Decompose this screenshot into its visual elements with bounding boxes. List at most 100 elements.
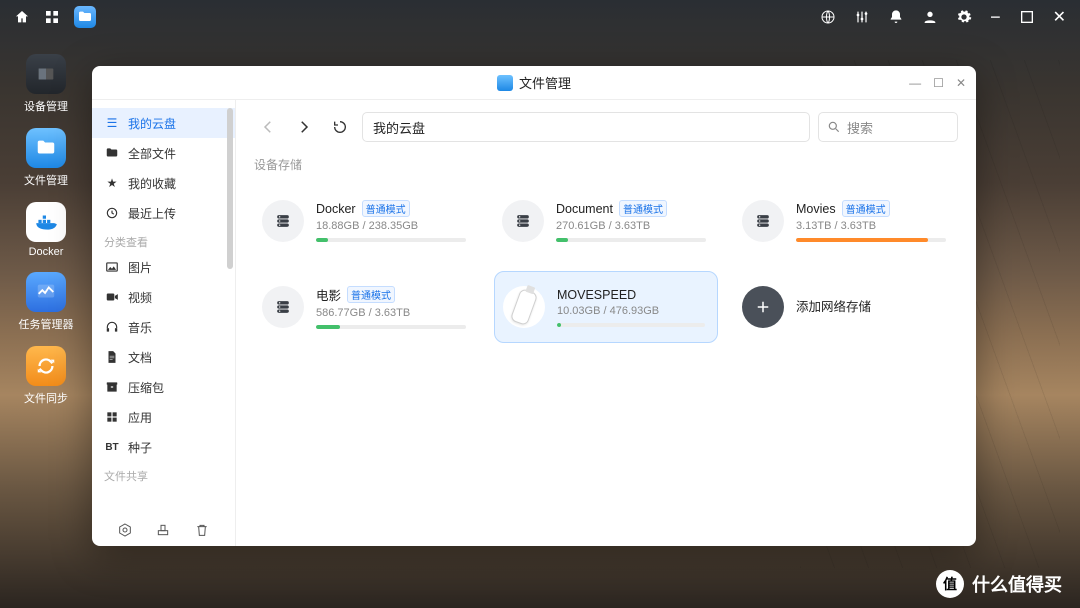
dock-item-docker[interactable]: Docker <box>20 202 72 258</box>
sidebar-item-label: 视频 <box>128 289 152 306</box>
dock-label: 设备管理 <box>24 98 68 114</box>
window-titlebar: 文件管理 — ☐ ✕ <box>92 66 976 100</box>
dock-label: 任务管理器 <box>19 316 74 332</box>
clock-icon <box>104 206 120 220</box>
usage-bar <box>316 325 466 329</box>
apps-grid-icon[interactable] <box>44 9 60 25</box>
storage-card-movespeed[interactable]: MOVESPEED 10.03GB / 476.93GB <box>494 271 718 343</box>
bt-icon: BT <box>104 442 120 453</box>
plus-icon <box>742 286 784 328</box>
window-close-icon[interactable]: ✕ <box>1053 7 1066 27</box>
sidebar-item-apps[interactable]: 应用 <box>92 402 235 432</box>
sidebar-item-torrent[interactable]: BT 种子 <box>92 432 235 462</box>
sync-icon <box>26 346 66 386</box>
usage-bar <box>316 238 466 242</box>
sidebar-footer <box>92 522 235 538</box>
mode-badge: 普通模式 <box>619 200 667 217</box>
sidebar-item-label: 最近上传 <box>128 205 176 222</box>
user-icon[interactable] <box>922 9 938 25</box>
sidebar-item-recent[interactable]: 最近上传 <box>92 198 235 228</box>
active-app-icon[interactable] <box>74 6 96 28</box>
sidebar-item-docs[interactable]: 文档 <box>92 342 235 372</box>
watermark: 值 什么值得买 <box>936 570 1062 598</box>
sidebar-item-mycloud[interactable]: ☰ 我的云盘 <box>92 108 235 138</box>
sidebar-item-archive[interactable]: 压缩包 <box>92 372 235 402</box>
dock: 设备管理 文件管理 Docker 任务管理器 文件同步 <box>14 54 78 406</box>
nav-refresh-button[interactable] <box>326 113 354 141</box>
usb-icon <box>503 286 545 328</box>
storage-size: 10.03GB / 476.93GB <box>557 305 705 317</box>
sliders-icon[interactable] <box>854 9 870 25</box>
disk-icon <box>262 200 304 242</box>
storage-card-movies[interactable]: Movies 普通模式 3.13TB / 3.63TB <box>734 185 958 257</box>
mount-icon[interactable] <box>155 522 171 538</box>
dock-label: 文件同步 <box>24 390 68 406</box>
dock-item-files[interactable]: 文件管理 <box>20 128 72 188</box>
storage-grid: Docker 普通模式 18.88GB / 238.35GB Document普通… <box>254 185 958 343</box>
sidebar-item-label: 我的云盘 <box>128 115 176 132</box>
trash-icon[interactable] <box>194 522 210 538</box>
settings-icon[interactable] <box>117 522 133 538</box>
storage-size: 270.61GB / 3.63TB <box>556 220 706 232</box>
storage-name: Docker <box>316 202 356 216</box>
storage-name: 电影 <box>316 285 341 304</box>
window-close-button[interactable]: ✕ <box>956 76 966 90</box>
add-label: 添加网络存储 <box>796 296 871 315</box>
path-text: 我的云盘 <box>373 118 425 137</box>
window-maximize-icon[interactable] <box>1019 9 1035 25</box>
window-title: 文件管理 <box>519 73 571 92</box>
watermark-logo: 值 <box>936 570 964 598</box>
sidebar-item-label: 种子 <box>128 439 152 456</box>
window-maximize-button[interactable]: ☐ <box>933 76 944 90</box>
home-icon[interactable] <box>14 9 30 25</box>
os-top-bar: − ✕ <box>0 0 1080 34</box>
window-minimize-icon[interactable]: − <box>990 7 1001 28</box>
search-input[interactable]: 搜索 <box>818 112 958 142</box>
sidebar-item-label: 音乐 <box>128 319 152 336</box>
storage-card-docker[interactable]: Docker 普通模式 18.88GB / 238.35GB <box>254 185 478 257</box>
dock-item-sync[interactable]: 文件同步 <box>20 346 72 406</box>
device-icon <box>26 54 66 94</box>
nav-back-button[interactable] <box>254 113 282 141</box>
window-minimize-button[interactable]: — <box>909 76 921 90</box>
sidebar: ☰我的云盘 全部文件 ★我的收藏 最近上传 分类查看 图片 视频 音乐 文档 压… <box>92 100 236 546</box>
apps-icon <box>104 410 120 424</box>
disk-icon <box>502 200 544 242</box>
main-content: 我的云盘 搜索 设备存储 Docker普通模式 18.88GB / 238.35… <box>236 100 976 546</box>
mode-badge: 普通模式 <box>842 200 890 217</box>
sidebar-item-images[interactable]: 图片 <box>92 252 235 282</box>
task-monitor-icon <box>26 272 66 312</box>
nav-forward-button[interactable] <box>290 113 318 141</box>
storage-card-document[interactable]: Document普通模式 270.61GB / 3.63TB <box>494 185 718 257</box>
mode-badge: 普通模式 <box>347 286 395 303</box>
sidebar-item-favorites[interactable]: ★我的收藏 <box>92 168 235 198</box>
add-network-storage[interactable]: 添加网络存储 <box>734 271 958 343</box>
dock-item-device[interactable]: 设备管理 <box>20 54 72 114</box>
sidebar-item-label: 应用 <box>128 409 152 426</box>
disk-icon <box>742 200 784 242</box>
storage-size: 18.88GB / 238.35GB <box>316 220 466 232</box>
sidebar-item-label: 全部文件 <box>128 145 176 162</box>
gear-icon[interactable] <box>956 9 972 25</box>
sidebar-item-label: 压缩包 <box>128 379 164 396</box>
storage-name: MOVESPEED <box>557 288 636 302</box>
list-icon: ☰ <box>104 116 120 130</box>
breadcrumb-path[interactable]: 我的云盘 <box>362 112 810 142</box>
storage-card-movies-cn[interactable]: 电影普通模式 586.77GB / 3.63TB <box>254 271 478 343</box>
star-icon: ★ <box>104 176 120 190</box>
bell-icon[interactable] <box>888 9 904 25</box>
sidebar-item-music[interactable]: 音乐 <box>92 312 235 342</box>
image-icon <box>104 260 120 274</box>
dock-item-task[interactable]: 任务管理器 <box>20 272 72 332</box>
file-manager-window: 文件管理 — ☐ ✕ ☰我的云盘 全部文件 ★我的收藏 最近上传 分类查看 图片… <box>92 66 976 546</box>
sidebar-scrollbar[interactable] <box>227 108 233 269</box>
sidebar-item-label: 图片 <box>128 259 152 276</box>
mode-badge: 普通模式 <box>362 200 410 217</box>
storage-name: Movies <box>796 202 836 216</box>
sidebar-item-video[interactable]: 视频 <box>92 282 235 312</box>
usage-bar <box>557 323 705 327</box>
sidebar-item-all-files[interactable]: 全部文件 <box>92 138 235 168</box>
globe-icon[interactable] <box>820 9 836 25</box>
headphone-icon <box>104 320 120 334</box>
storage-size: 3.13TB / 3.63TB <box>796 220 946 232</box>
